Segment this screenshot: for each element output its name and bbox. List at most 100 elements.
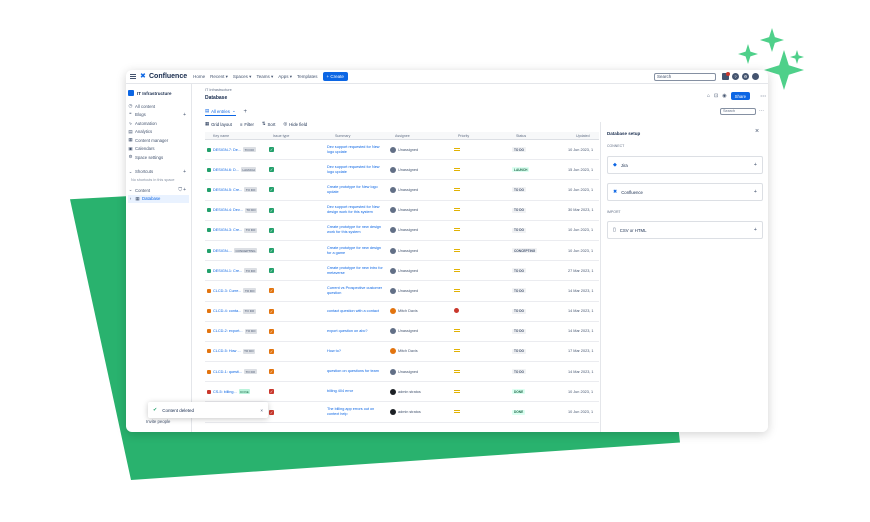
issue-key-link[interactable]: CLCD-1: questi... — [213, 370, 242, 374]
hide-field-button[interactable]: ◎ Hide field — [283, 121, 307, 127]
cell-summary[interactable]: Create prototype for new design work for… — [327, 225, 387, 235]
cell-key[interactable]: CS-5: billing... DONE — [205, 389, 265, 395]
issue-key-link[interactable]: CS-5: billing... — [213, 390, 237, 394]
nav-apps[interactable]: Apps ▾ — [278, 74, 292, 80]
cell-assignee[interactable]: Unassigned — [387, 267, 450, 274]
cell-assignee[interactable]: Unassigned — [387, 186, 450, 193]
cell-summary[interactable]: Create prototype for new intro for metav… — [327, 266, 387, 276]
nav-recent[interactable]: Recent ▾ — [210, 74, 228, 80]
issue-key-link[interactable]: DESIGN-5: Cre... — [213, 188, 242, 192]
cell-priority[interactable] — [450, 208, 508, 212]
cell-priority[interactable] — [450, 389, 508, 394]
cell-summary[interactable]: Create prototype for new design for a ga… — [327, 246, 387, 256]
column-header-type[interactable]: Issue type — [265, 134, 327, 138]
shortcuts-header[interactable]: ⌄ Shortcuts + — [128, 168, 189, 177]
cell-assignee[interactable]: admin stratos — [387, 409, 450, 416]
sidebar-item-blogs[interactable]: ❞ Blogs + — [128, 111, 189, 120]
table-row[interactable]: CLCD-1: questi... TO DO ✓ question on quest… — [205, 362, 599, 383]
column-header-priority[interactable]: Priority — [450, 134, 508, 138]
column-header-key[interactable]: Key name — [205, 134, 265, 138]
cell-status[interactable]: TO DO — [508, 308, 568, 314]
cell-type[interactable]: ✓ — [265, 288, 327, 294]
cell-priority[interactable] — [450, 187, 508, 192]
cell-assignee[interactable]: Unassigned — [387, 166, 450, 173]
cell-priority[interactable] — [450, 410, 508, 414]
cell-status[interactable]: LAUNCH — [508, 167, 568, 173]
cell-key[interactable]: CLCD-5: How ... TO DO — [205, 348, 265, 354]
issue-key-link[interactable]: DESIGN-3: Cre... — [213, 228, 242, 232]
add-shortcut-icon[interactable]: + — [183, 169, 186, 175]
sidebar-item-all-content[interactable]: ◷ All content — [128, 102, 189, 111]
breadcrumb[interactable]: IT Infrastructure — [205, 88, 232, 92]
table-row[interactable]: CLCD-5: How ... TO DO ✓ How to? Mitch Davis T… — [205, 342, 599, 363]
table-row[interactable]: DESIGN-3: Cre... TO DO ✓ Create prototype f… — [205, 221, 599, 241]
tab-all-entries[interactable]: ▤ All entries ⌄ — [205, 108, 236, 116]
create-button[interactable]: + Create — [322, 72, 348, 81]
cell-key[interactable]: CLCD-3: Curre... TO DO — [205, 288, 265, 294]
sidebar-item-space-settings[interactable]: ⚙ Space settings — [128, 153, 189, 162]
issue-key-link[interactable]: DESIGN-4: Dev... — [213, 208, 243, 212]
cell-status[interactable]: TO DO — [508, 147, 568, 153]
issue-key-link[interactable]: DESIGN-7: De... — [213, 148, 241, 152]
cell-priority[interactable] — [450, 268, 508, 273]
cell-summary[interactable]: Dev support requested for New logo updat… — [327, 145, 387, 155]
plus-icon[interactable]: + — [754, 227, 757, 233]
cell-assignee[interactable]: admin stratos — [387, 388, 450, 395]
nav-teams[interactable]: Teams ▾ — [256, 74, 273, 80]
grid-layout-button[interactable]: ▦ Grid layout — [205, 121, 232, 127]
cell-status[interactable]: TO DO — [508, 328, 568, 334]
column-header-updated[interactable]: Updated — [568, 134, 599, 138]
avatar[interactable] — [752, 73, 759, 80]
cell-type[interactable]: ✓ — [265, 348, 327, 354]
cell-summary[interactable]: billing 404 error — [327, 389, 387, 394]
cell-type[interactable]: ✓ — [265, 369, 327, 375]
column-header-status[interactable]: Status — [508, 134, 568, 138]
cell-assignee[interactable]: Mitch Davis — [387, 308, 450, 315]
cell-key[interactable]: DESIGN-5: Cre... TO DO — [205, 187, 265, 193]
cell-status[interactable]: TO DO — [508, 348, 568, 354]
connect-confluence-card[interactable]: ✖ Confluence + — [607, 183, 763, 201]
global-search-input[interactable]: Search — [654, 73, 716, 81]
star-icon[interactable]: ⌂ — [707, 93, 710, 99]
cell-summary[interactable]: Create prototype for New logo update — [327, 185, 387, 195]
app-name[interactable]: Confluence — [149, 73, 187, 80]
cell-assignee[interactable]: Unassigned — [387, 227, 450, 234]
cell-status[interactable]: TO DO — [508, 369, 568, 375]
cell-summary[interactable]: The billing app errors out on context he… — [327, 407, 387, 417]
cell-key[interactable]: DESIGN-3: Cre... TO DO — [205, 227, 265, 233]
cell-priority[interactable] — [450, 147, 508, 152]
sort-button[interactable]: ⇅ Sort — [262, 121, 276, 127]
close-icon[interactable]: × — [260, 408, 263, 413]
add-view-icon[interactable]: + — [244, 109, 248, 115]
import-csv-card[interactable]: ▯ CSV or HTML + — [607, 221, 763, 239]
plus-icon[interactable]: + — [754, 162, 757, 168]
issue-key-link[interactable]: CLCD-4: conta... — [213, 309, 241, 313]
database-search-input[interactable]: Search — [720, 108, 756, 115]
table-row[interactable]: DESIGN-4: Dev... TO DO ✓ Dev support reques… — [205, 201, 599, 221]
cell-assignee[interactable]: Mitch Davis — [387, 348, 450, 355]
more-actions-icon[interactable]: ⋯ — [760, 93, 766, 100]
table-row[interactable]: CLCD-2: export... TO DO ✓ export question o… — [205, 322, 599, 342]
cell-assignee[interactable]: Unassigned — [387, 328, 450, 335]
filter-icon[interactable]: ⛉ — [178, 187, 182, 193]
table-row[interactable]: DESIGN-7: De... TO DO ✓ Dev support request… — [205, 140, 599, 161]
nav-spaces[interactable]: Spaces ▾ — [233, 74, 252, 80]
issue-key-link[interactable]: CLCD-2: export... — [213, 329, 243, 333]
table-row[interactable]: CLCD-4: conta... TO DO ✓ contact question w… — [205, 302, 599, 322]
connect-jira-card[interactable]: ◆ Jira + — [607, 156, 763, 174]
cell-summary[interactable]: Dev support requested for New logo updat… — [327, 165, 387, 175]
issue-key-link[interactable]: DESIGN-6: D... — [213, 168, 239, 172]
cell-summary[interactable]: export question on abc? — [327, 329, 387, 334]
table-row[interactable]: CS-5: billing... DONE ✓ billing 404 error ad… — [205, 382, 599, 403]
cell-assignee[interactable]: Unassigned — [387, 146, 450, 153]
cell-type[interactable]: ✓ — [265, 187, 327, 193]
cell-key[interactable]: CLCD-2: export... TO DO — [205, 328, 265, 334]
cell-key[interactable]: DESIGN-1: Cre... TO DO — [205, 268, 265, 274]
cell-status[interactable]: TO DO — [508, 207, 568, 213]
sidebar-item-content-manager[interactable]: ▦ Content manager — [128, 136, 189, 145]
content-header[interactable]: ⌄ Content ⛉ + — [128, 186, 189, 195]
database-more-icon[interactable]: ⋯ — [759, 108, 764, 114]
cell-type[interactable]: ✓ — [265, 308, 327, 314]
cell-key[interactable]: DESIGN-4: Dev... TO DO — [205, 207, 265, 213]
nav-templates[interactable]: Templates — [297, 74, 318, 79]
